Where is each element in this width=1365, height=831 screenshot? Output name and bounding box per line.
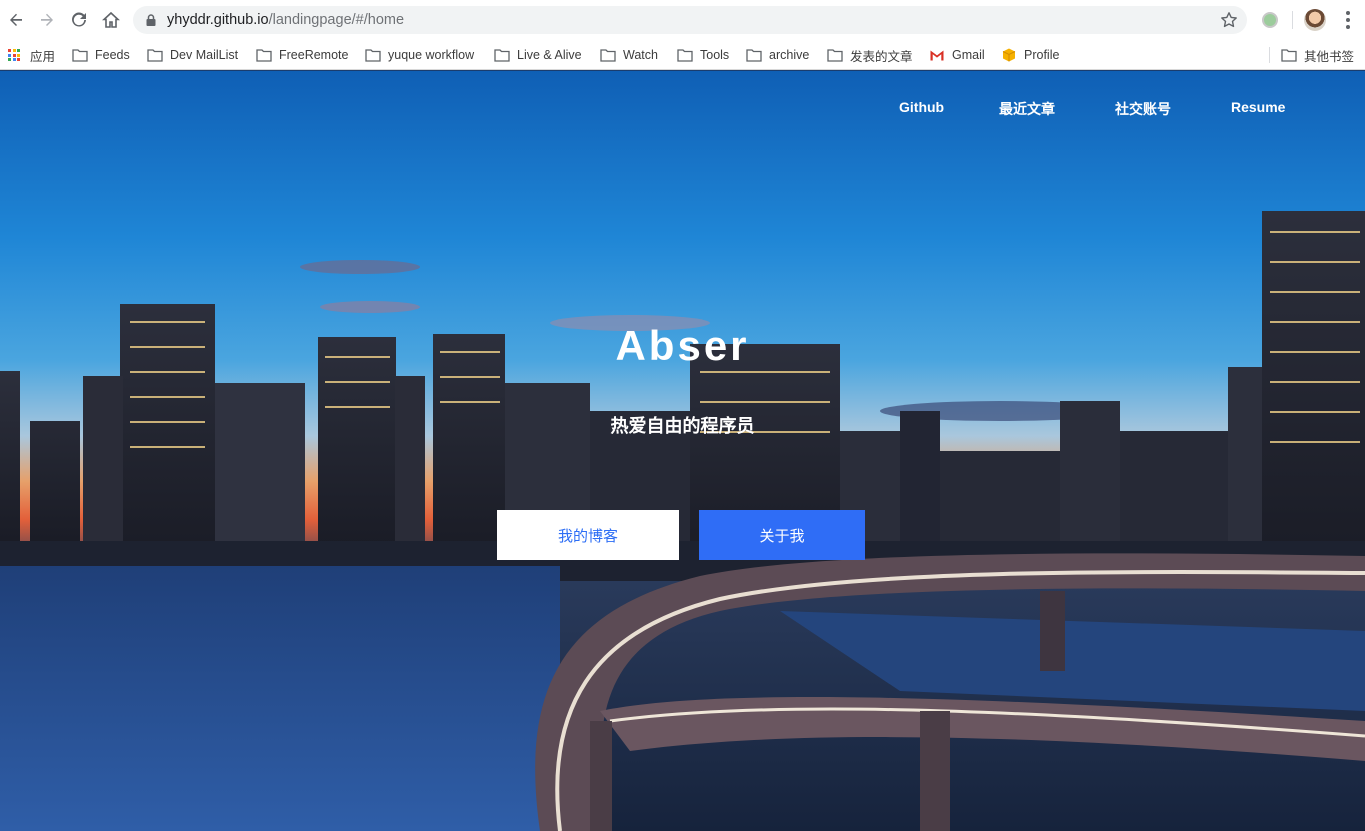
folder-icon <box>827 49 843 62</box>
city-skyline-background <box>0 211 1365 831</box>
bookmark-label: archive <box>769 48 810 62</box>
forward-button[interactable] <box>31 4 63 36</box>
bookmark-yuque-workflow[interactable]: yuque workflow <box>365 44 474 66</box>
avatar[interactable] <box>1304 9 1326 31</box>
url-host: yhyddr.github.io <box>167 12 269 28</box>
bookmark-label: 其他书签 <box>1304 49 1355 64</box>
bookmark-label: FreeRemote <box>279 48 349 62</box>
reload-icon <box>72 12 86 27</box>
home-button[interactable] <box>95 4 127 36</box>
bookmark-label: yuque workflow <box>388 48 475 62</box>
folder-icon <box>147 49 163 62</box>
bookmark-gmail[interactable]: Gmail <box>929 44 985 66</box>
nav-link-recent-articles[interactable]: 最近文章 <box>999 99 1055 119</box>
menu-icon[interactable] <box>1338 10 1358 30</box>
bookmark-freeremote[interactable]: FreeRemote <box>256 44 348 66</box>
url-path: /landingpage/#/home <box>268 12 405 28</box>
bookmark-watch[interactable]: Watch <box>600 44 658 66</box>
reload-button[interactable] <box>63 4 95 36</box>
bookmark-published-articles[interactable]: 发表的文章 <box>827 44 913 66</box>
extension-icon[interactable] <box>1262 12 1278 28</box>
nav-link-social-accounts[interactable]: 社交账号 <box>1115 99 1171 119</box>
bookmark-apps[interactable]: 应用 <box>8 44 55 66</box>
gmail-icon <box>930 50 944 61</box>
bookmark-label: 应用 <box>30 49 56 64</box>
back-icon <box>10 13 22 26</box>
folder-icon <box>746 49 762 62</box>
browser-toolbar: yhyddr.github.io/landingpage/#/home <box>0 0 1365 40</box>
back-button[interactable] <box>0 4 32 36</box>
bookmark-label: Gmail <box>952 48 985 62</box>
bookmark-label: 发表的文章 <box>850 49 913 64</box>
apps-icon <box>8 49 22 61</box>
bookmark-profile[interactable]: Profile <box>1001 44 1059 66</box>
folder-icon <box>365 49 381 62</box>
url-text: yhyddr.github.io/landingpage/#/home <box>167 12 404 28</box>
folder-icon <box>72 49 88 62</box>
bookmark-feeds[interactable]: Feeds <box>72 44 130 66</box>
my-blog-button[interactable]: 我的博客 <box>497 510 679 560</box>
bookmark-tools[interactable]: Tools <box>677 44 729 66</box>
cube-icon <box>1002 48 1016 62</box>
folder-icon <box>256 49 272 62</box>
bookmark-label: Live & Alive <box>517 48 582 62</box>
bookmark-archive[interactable]: archive <box>746 44 809 66</box>
bookmark-label: Tools <box>700 48 730 62</box>
site-title: Abser <box>615 322 750 369</box>
hero-section <box>0 71 1365 831</box>
home-icon <box>102 11 120 28</box>
nav-link-github[interactable]: Github <box>899 99 944 115</box>
bookmark-other[interactable]: 其他书签 <box>1281 44 1354 66</box>
folder-icon <box>600 49 616 62</box>
forward-icon <box>41 13 53 26</box>
folder-icon <box>1281 49 1297 62</box>
bookmark-label: Dev MailList <box>170 48 239 62</box>
address-bar[interactable]: yhyddr.github.io/landingpage/#/home <box>133 6 1247 34</box>
folder-icon <box>494 49 510 62</box>
bookmark-dev-maillist[interactable]: Dev MailList <box>147 44 238 66</box>
bookmarks-bar: 应用 Feeds Dev MailList FreeRemote yuque w… <box>0 40 1365 70</box>
toolbar-divider <box>1292 11 1293 29</box>
star-icon[interactable] <box>1220 11 1238 29</box>
folder-icon <box>677 49 693 62</box>
site-tagline: 热爱自由的程序员 <box>610 416 755 436</box>
bookmark-label: Profile <box>1024 48 1060 62</box>
bookmark-label: Watch <box>623 48 658 62</box>
bookmarks-divider <box>1269 47 1270 63</box>
bookmark-live-alive[interactable]: Live & Alive <box>494 44 582 66</box>
bookmark-label: Feeds <box>95 48 130 62</box>
about-me-button[interactable]: 关于我 <box>699 510 865 560</box>
nav-link-resume[interactable]: Resume <box>1231 99 1285 115</box>
lock-icon <box>146 14 156 26</box>
